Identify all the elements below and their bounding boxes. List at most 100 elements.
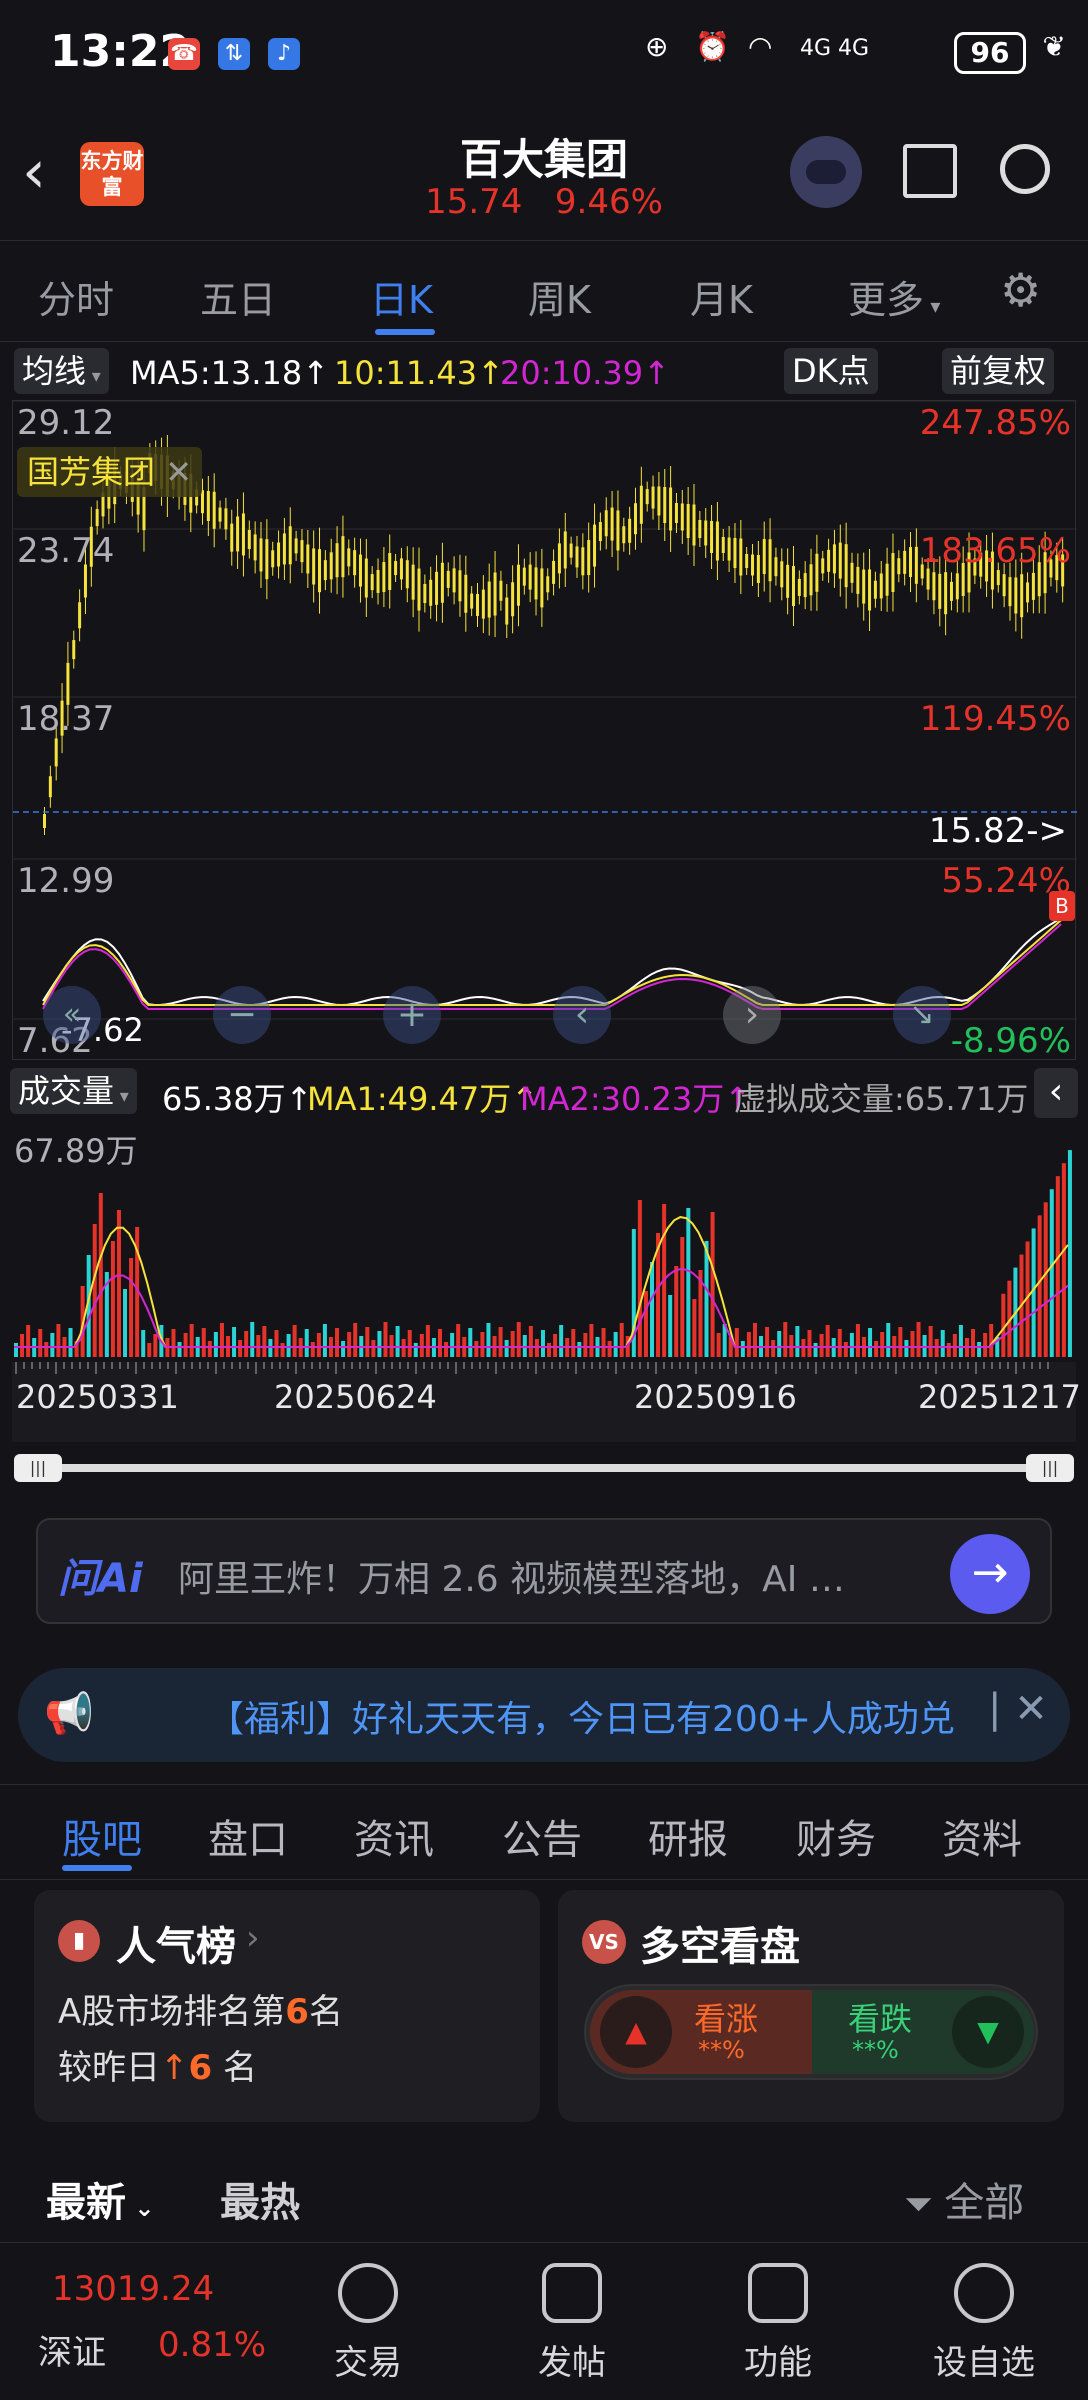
- candle-body: [394, 561, 398, 576]
- volume-bar: [692, 1299, 697, 1357]
- trade-icon: [338, 2263, 398, 2323]
- forward-adjust-button[interactable]: 前复权: [942, 348, 1055, 394]
- tab-order-book[interactable]: 盘口: [208, 1807, 288, 1865]
- notice-close-icon[interactable]: | ✕: [988, 1686, 1048, 1732]
- promo-notice[interactable]: 📢 【福利】好礼天天有，今日已有200+人成功兑 | ✕: [18, 1668, 1070, 1762]
- candle-body: [552, 560, 556, 584]
- related-stock-tag[interactable]: 国芳集团 ✕: [17, 447, 202, 497]
- nav-features-label: 功能: [744, 2343, 812, 2383]
- ma20-value: 20:10.39↑: [500, 354, 670, 392]
- volume-bar: [813, 1343, 818, 1357]
- scroll-right-icon[interactable]: ›: [723, 986, 781, 1044]
- minus-icon[interactable]: −: [213, 986, 271, 1044]
- tab-financials[interactable]: 财务: [796, 1807, 876, 1865]
- bull-label: 看涨: [694, 2000, 759, 2038]
- ma-selector[interactable]: 均线 ▾: [14, 348, 109, 394]
- nav-post[interactable]: 发帖: [502, 2263, 642, 2384]
- tab-more[interactable]: 更多 ▾: [848, 269, 940, 324]
- candle-body: [593, 524, 597, 567]
- tab-five-day[interactable]: 五日: [200, 269, 276, 324]
- bear-vote-button[interactable]: 看跌 **% ▼: [812, 1990, 1034, 2074]
- filter-all[interactable]: ⏷ 全部: [904, 2170, 1024, 2228]
- volume-bar: [680, 1237, 685, 1357]
- collapse-icon[interactable]: ‹: [1034, 1068, 1078, 1118]
- battery-indicator: 96: [954, 32, 1026, 74]
- tab-news[interactable]: 资讯: [354, 1807, 434, 1865]
- volume-bar: [710, 1212, 715, 1357]
- grid-icon: [748, 2263, 808, 2323]
- tab-profile[interactable]: 资料: [942, 1807, 1022, 1865]
- volume-bar: [734, 1328, 739, 1357]
- transfer-icon: ⇅: [218, 38, 250, 70]
- tab-announcements[interactable]: 公告: [502, 1807, 582, 1865]
- volume-bar: [559, 1325, 564, 1357]
- rank-change-number: 6: [188, 2048, 213, 2088]
- tab-weekly-k[interactable]: 周K: [528, 269, 591, 324]
- candle-body: [715, 521, 719, 561]
- range-handle-left[interactable]: |||: [14, 1454, 62, 1482]
- plus-icon[interactable]: +: [383, 986, 441, 1044]
- candle-body: [768, 539, 772, 582]
- ai-submit-arrow-icon[interactable]: →: [950, 1534, 1030, 1614]
- current-price-line: [13, 811, 1077, 813]
- reset-view-icon[interactable]: ↘: [893, 986, 951, 1044]
- candle-body: [200, 490, 204, 514]
- bull-vote-button[interactable]: ▲ 看涨 **%: [590, 1990, 812, 2074]
- candle-body: [95, 509, 99, 527]
- date-label-3: 20250916: [634, 1378, 797, 1416]
- popularity-card[interactable]: ▮ 人气榜 › A股市场排名第6名 较昨日↑6 名: [34, 1890, 540, 2122]
- volume-bar: [843, 1342, 848, 1357]
- volume-bar: [183, 1333, 188, 1357]
- range-scroller[interactable]: ||| |||: [14, 1450, 1074, 1486]
- candle-body: [909, 547, 913, 578]
- volume-bar: [365, 1327, 370, 1357]
- tab-monthly-k[interactable]: 月K: [690, 269, 753, 324]
- nav-features[interactable]: 功能: [708, 2263, 848, 2384]
- candle-body: [827, 549, 831, 572]
- period-tabs: 分时 五日 日K 周K 月K 更多 ▾ ⚙: [0, 240, 1088, 342]
- tab-forum[interactable]: 股吧: [62, 1807, 142, 1865]
- candle-body: [511, 582, 515, 617]
- tab-research[interactable]: 研报: [648, 1807, 728, 1865]
- zoom-out-icon[interactable]: «: [43, 986, 101, 1044]
- candle-body: [791, 566, 795, 607]
- bottom-navigation: 13019.24 深证 0.81% 交易 发帖 功能 设自选: [0, 2242, 1088, 2400]
- tab-daily-k[interactable]: 日K: [370, 269, 433, 324]
- volume-bar: [316, 1333, 321, 1357]
- candle-body: [72, 640, 76, 660]
- range-handle-right[interactable]: |||: [1026, 1454, 1074, 1482]
- volume-bar: [825, 1325, 830, 1357]
- settings-gear-icon[interactable]: ⚙: [1000, 263, 1041, 317]
- volume-selector[interactable]: 成交量 ▾: [10, 1068, 137, 1114]
- candle-body: [628, 518, 632, 543]
- nav-trade[interactable]: 交易: [298, 2263, 438, 2384]
- share-icon[interactable]: [903, 144, 957, 198]
- volume-chart[interactable]: 67.89万: [12, 1122, 1076, 1362]
- dk-point-button[interactable]: DK点: [784, 348, 878, 394]
- search-icon[interactable]: [1000, 144, 1050, 194]
- virtual-volume: 虚拟成交量:65.71万: [734, 1080, 1029, 1118]
- volume-bar: [553, 1334, 558, 1357]
- ai-brand: 问Ai: [58, 1556, 143, 1602]
- tab-intraday[interactable]: 分时: [38, 269, 114, 324]
- volume-bar: [971, 1329, 976, 1357]
- megaphone-icon: 📢: [44, 1691, 94, 1737]
- sort-hottest[interactable]: 最热: [220, 2170, 300, 2228]
- volume-bar: [189, 1324, 194, 1357]
- volume-bar: [286, 1334, 291, 1357]
- candle-body: [885, 563, 889, 596]
- candle-body: [376, 569, 380, 593]
- candlestick-chart[interactable]: 29.12 23.74 18.37 12.99 7.62 247.85% 183…: [12, 400, 1077, 1061]
- volume-bar: [153, 1334, 158, 1357]
- bull-value: **%: [698, 2036, 745, 2064]
- candle-body: [1026, 582, 1030, 603]
- ai-assistant-bar[interactable]: 问Ai 阿里王炸！万相 2.6 视频模型落地，AI … →: [36, 1518, 1052, 1624]
- volume-bar: [438, 1329, 442, 1357]
- ai-robot-icon[interactable]: [790, 136, 862, 208]
- candle-body: [335, 543, 339, 578]
- nav-add-watchlist[interactable]: 设自选: [914, 2263, 1054, 2384]
- close-icon[interactable]: ✕: [165, 453, 192, 491]
- candle-body: [733, 538, 737, 568]
- sort-latest[interactable]: 最新 ⌄: [46, 2170, 154, 2228]
- scroll-left-icon[interactable]: ‹: [553, 986, 611, 1044]
